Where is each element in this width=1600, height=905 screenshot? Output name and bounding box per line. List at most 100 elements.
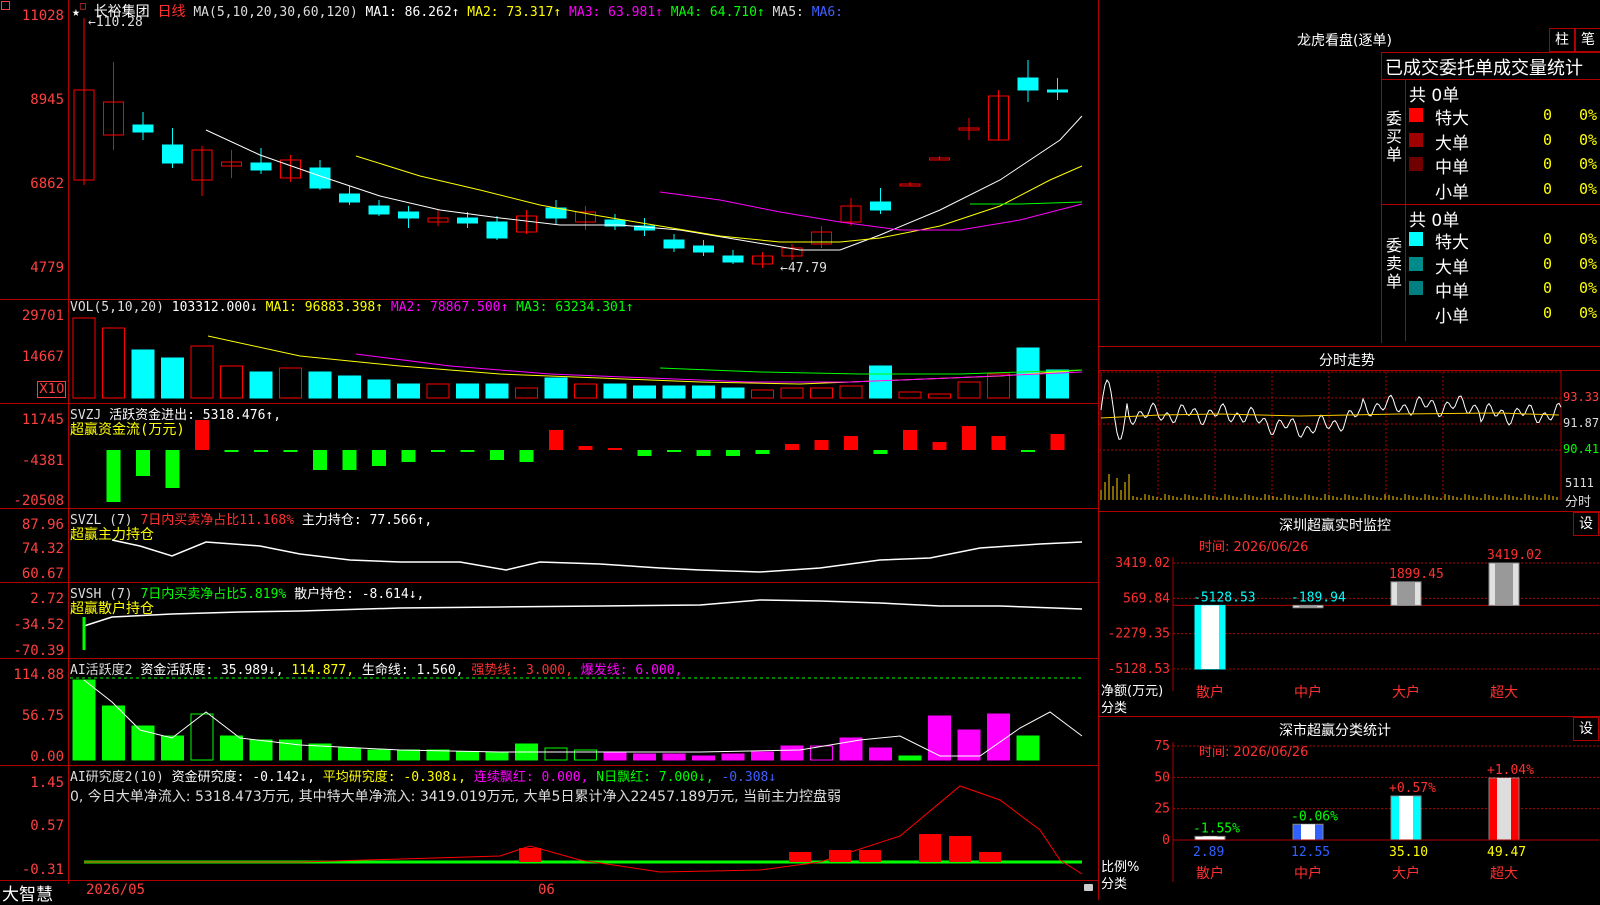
order-count: 0	[1543, 279, 1553, 297]
classify-category: 大户	[1392, 865, 1420, 882]
order-type: 中单	[1435, 158, 1469, 178]
svzj-bar	[785, 444, 799, 450]
svzj-bar	[844, 436, 858, 450]
order-pct: 0%	[1579, 279, 1598, 297]
lock-icon[interactable]	[1084, 884, 1093, 891]
order-row[interactable]: 小单 0 0%	[1409, 302, 1599, 327]
vol-bar	[397, 383, 420, 399]
vol-ma2: MA2: 78867.500↑	[390, 300, 509, 315]
order-type: 特大	[1435, 109, 1469, 129]
monitor-value-label: -5128.53	[1193, 590, 1256, 605]
ai-hyd-bar	[898, 755, 922, 761]
svzj-bar	[755, 450, 770, 454]
order-type: 小单	[1435, 182, 1469, 203]
svzj-bar	[578, 446, 593, 450]
svsh-tick: -34.52	[13, 617, 64, 633]
order-row[interactable]: 特大 0 0%	[1409, 104, 1599, 129]
order-row[interactable]: 中单 0 0%	[1409, 153, 1599, 178]
ai-yjd-line2: 0, 今日大单净流入: 5318.473万元, 其中特大单净流入: 3419.0…	[70, 789, 842, 805]
ai-hyd-bar	[338, 747, 361, 761]
ma3-line	[659, 191, 1083, 231]
candle-body	[368, 205, 390, 215]
svzj-bar	[165, 450, 180, 488]
candle-body	[162, 144, 183, 164]
ai-yjd-title: AI研究度2(10)	[70, 770, 164, 785]
order-row[interactable]: 中单 0 0%	[1409, 277, 1599, 302]
ai-hyd-tick: 0.00	[30, 749, 64, 765]
buy-total: 共 0单	[1409, 86, 1460, 106]
fenshi-title: 分时走势	[1319, 353, 1375, 369]
candle-body	[457, 217, 478, 224]
kline-area[interactable]: ★□ 长裕集团 日线 MA(5,10,20,30,60,120) MA1: 86…	[0, 0, 1098, 905]
lhb-mid-line	[1381, 204, 1600, 205]
vol-bar	[338, 375, 361, 399]
star-icon[interactable]: ★	[72, 5, 80, 20]
ai-hyd-bar	[249, 739, 273, 761]
order-type: 大单	[1435, 257, 1469, 278]
ai-hyd-bar	[987, 713, 1010, 761]
candle-body	[663, 239, 685, 249]
price-tick: 4779	[30, 260, 64, 276]
svzj-bar	[991, 436, 1006, 450]
color-swatch-icon	[1409, 232, 1423, 246]
vol-bar	[574, 383, 597, 399]
ai-hyd-v3: 生命线: 1.560,	[361, 663, 464, 678]
brand-label[interactable]: 大智慧	[2, 880, 53, 905]
order-row[interactable]: 大单 0 0%	[1409, 129, 1599, 154]
svzj-bar	[106, 450, 121, 502]
svzj-bar	[667, 450, 681, 452]
ai-yjd-bar	[859, 850, 881, 862]
svsh-tick: -70.39	[13, 643, 64, 659]
order-type: 小单	[1435, 306, 1469, 327]
kline-chart	[70, 18, 1083, 875]
monitor-chart[interactable]: 3419.02 569.84 -2279.35 -5128.53 -5128.53 散户 -…	[1099, 511, 1600, 711]
buy-label: 委买单	[1386, 109, 1403, 164]
ai-hyd-bar	[633, 753, 656, 761]
ai-hyd-bar	[220, 735, 243, 761]
classify-bar-shine	[1301, 824, 1315, 840]
sell-label: 委卖单	[1386, 236, 1403, 291]
svzl-tick: 87.96	[21, 517, 64, 533]
order-row[interactable]: 小单 0 0%	[1409, 178, 1599, 203]
order-pct: 0%	[1579, 130, 1598, 149]
vol-unit[interactable]: X10	[37, 381, 67, 398]
bar-mode-button[interactable]: 柱	[1549, 28, 1575, 52]
order-row[interactable]: 特大 0 0%	[1409, 228, 1599, 253]
classify-chart[interactable]: 75 50 25 0 -1.55% 2.89 散户 -0.06% 12.55 中户 +0.57% 35…	[1099, 716, 1600, 900]
svzj-bar	[342, 450, 357, 470]
vol-bar	[869, 365, 892, 399]
svzl-tick: 74.32	[21, 541, 64, 557]
ai-hyd-bar	[161, 735, 184, 761]
svzj-bar	[814, 440, 829, 450]
ai-hyd-bar	[721, 753, 745, 761]
marker-icon: □	[79, 1, 86, 12]
vol-header: VOL(5,10,20) 103312.000↓ MA1: 96883.398↑…	[70, 300, 634, 315]
svzj-bar	[136, 450, 150, 476]
period[interactable]: 日线	[158, 4, 186, 20]
ai-yjd-tick: 0.57	[30, 818, 64, 834]
vol-bar	[367, 379, 391, 399]
tick-mode-button[interactable]: 笔	[1575, 28, 1600, 52]
svzj-sub: 超赢资金流(万元)	[70, 422, 185, 438]
classify-value-label: 12.55	[1291, 845, 1330, 860]
ai-hyd-bar	[72, 679, 96, 761]
lhb-subtitle: 已成交委托单成交量统计	[1385, 58, 1583, 79]
classify-tick: 25	[1154, 802, 1170, 817]
vol-bar	[72, 317, 96, 399]
fenshi-chart[interactable]	[1099, 370, 1600, 510]
ma2-line	[355, 155, 1083, 243]
vol-bar	[898, 391, 922, 399]
fenshi-tick: 91.87	[1563, 416, 1600, 430]
svzj-bar	[962, 426, 976, 450]
monitor-value-label: 3419.02	[1487, 548, 1542, 563]
vol-bar	[810, 387, 833, 399]
color-swatch-icon	[1409, 256, 1423, 271]
svzj-bar	[519, 450, 534, 462]
vol-bar	[780, 387, 804, 399]
monitor-value-label: -189.94	[1291, 590, 1346, 605]
svzj-bar	[224, 450, 239, 452]
ai-yjd-v1: 资金研究度: -0.142↓,	[171, 770, 315, 785]
order-row[interactable]: 大单 0 0%	[1409, 253, 1599, 278]
ai-hyd-v2: 114.877,	[291, 663, 355, 678]
color-swatch-icon	[1409, 182, 1423, 196]
